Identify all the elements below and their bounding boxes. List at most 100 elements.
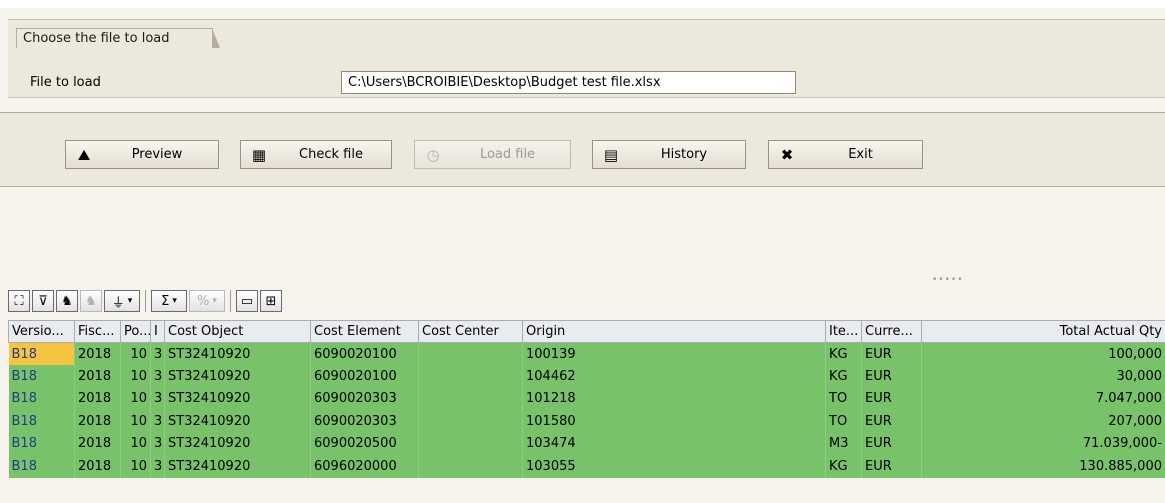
cell-currency[interactable]: EUR — [861, 342, 922, 365]
dropdown-icon: ▾ — [212, 296, 217, 306]
cell-item[interactable]: KG — [825, 365, 862, 388]
cell-cost-element[interactable]: 6090020303 — [310, 410, 419, 433]
cell-cost-object[interactable]: ST32410920 — [164, 387, 311, 410]
cell-cost-element[interactable]: 6090020100 — [310, 342, 419, 365]
sort-button[interactable]: ⊽ — [32, 290, 54, 312]
cell-origin[interactable]: 100139 — [522, 342, 826, 365]
cell-cost-element[interactable]: 6090020303 — [310, 387, 419, 410]
cell-currency[interactable]: EUR — [861, 410, 922, 433]
cell-period[interactable]: 10 — [120, 365, 151, 388]
table-row[interactable]: B18 2018 10 3 ST32410920 6096020000 103055 KG EU… — [8, 455, 1165, 478]
cell-item[interactable]: TO — [825, 387, 862, 410]
file-path-input[interactable] — [341, 71, 796, 94]
splitter-handle[interactable]: ••••• — [932, 275, 964, 285]
subtotal-button[interactable]: % ▾ — [189, 290, 225, 312]
history-button[interactable]: ▤ History — [592, 140, 746, 169]
cell-currency[interactable]: EUR — [861, 387, 922, 410]
col-indicator[interactable]: I — [150, 320, 165, 343]
cell-origin[interactable]: 103474 — [522, 432, 826, 455]
cell-cost-element[interactable]: 6096020000 — [310, 455, 419, 478]
cell-origin[interactable]: 104462 — [522, 365, 826, 388]
cell-currency[interactable]: EUR — [861, 432, 922, 455]
cell-total-actual-qty[interactable]: 207,000 — [921, 410, 1165, 433]
cell-cost-center[interactable] — [418, 455, 523, 478]
cell-item[interactable]: M3 — [825, 432, 862, 455]
cell-origin[interactable]: 101580 — [522, 410, 826, 433]
cell-indicator[interactable]: 3 — [150, 432, 165, 455]
col-origin[interactable]: Origin — [522, 320, 826, 343]
col-total-actual-qty[interactable]: Total Actual Qty — [921, 320, 1165, 343]
cell-total-actual-qty[interactable]: 71.039,000- — [921, 432, 1165, 455]
cell-cost-center[interactable] — [418, 365, 523, 388]
cell-total-actual-qty[interactable]: 100,000 — [921, 342, 1165, 365]
cell-cost-object[interactable]: ST32410920 — [164, 365, 311, 388]
col-cost-object[interactable]: Cost Object — [164, 320, 311, 343]
filter-button[interactable]: ⏚ ▾ — [104, 290, 140, 312]
cell-indicator[interactable]: 3 — [150, 455, 165, 478]
print-button[interactable]: ▭ — [236, 290, 258, 312]
cell-indicator[interactable]: 3 — [150, 342, 165, 365]
check-file-button[interactable]: ▦ Check file — [240, 140, 392, 169]
cell-period[interactable]: 10 — [120, 342, 151, 365]
cell-fiscal-year[interactable]: 2018 — [74, 410, 121, 433]
cell-currency[interactable]: EUR — [861, 365, 922, 388]
cell-fiscal-year[interactable]: 2018 — [74, 387, 121, 410]
cell-cost-object[interactable]: ST32410920 — [164, 432, 311, 455]
cell-fiscal-year[interactable]: 2018 — [74, 365, 121, 388]
cell-indicator[interactable]: 3 — [150, 365, 165, 388]
preview-button[interactable]: ⛰ Preview — [65, 140, 219, 169]
cell-item[interactable]: TO — [825, 410, 862, 433]
table-row[interactable]: B18 2018 10 3 ST32410920 6090020100 104462 KG EU… — [8, 365, 1165, 388]
cell-version[interactable]: B18 — [8, 342, 75, 365]
cell-fiscal-year[interactable]: 2018 — [74, 455, 121, 478]
cell-item[interactable]: KG — [825, 342, 862, 365]
find-next-button[interactable]: ♞ — [80, 290, 102, 312]
cell-origin[interactable]: 103055 — [522, 455, 826, 478]
cell-period[interactable]: 10 — [120, 432, 151, 455]
cell-cost-object[interactable]: ST32410920 — [164, 342, 311, 365]
table-row[interactable]: B18 2018 10 3 ST32410920 6090020303 101218 TO EU… — [8, 387, 1165, 410]
col-version[interactable]: Versio... — [8, 320, 75, 343]
cell-cost-center[interactable] — [418, 432, 523, 455]
cell-version[interactable]: B18 — [8, 365, 75, 388]
layout-button[interactable]: ⊞ — [260, 290, 282, 312]
cell-cost-center[interactable] — [418, 410, 523, 433]
cell-cost-element[interactable]: 6090020100 — [310, 365, 419, 388]
sum-button[interactable]: Σ ▾ — [151, 290, 187, 312]
load-file-button[interactable]: ◷ Load file — [414, 140, 571, 169]
table-row[interactable]: B18 2018 10 3 ST32410920 6090020100 100139 KG EU… — [8, 342, 1165, 365]
cell-origin[interactable]: 101218 — [522, 387, 826, 410]
cell-version[interactable]: B18 — [8, 410, 75, 433]
cell-version[interactable]: B18 — [8, 432, 75, 455]
cell-indicator[interactable]: 3 — [150, 387, 165, 410]
cell-fiscal-year[interactable]: 2018 — [74, 432, 121, 455]
col-period[interactable]: Po... — [120, 320, 151, 343]
cell-indicator[interactable]: 3 — [150, 410, 165, 433]
cell-period[interactable]: 10 — [120, 387, 151, 410]
cell-cost-element[interactable]: 6090020500 — [310, 432, 419, 455]
cell-total-actual-qty[interactable]: 7.047,000 — [921, 387, 1165, 410]
cell-total-actual-qty[interactable]: 30,000 — [921, 365, 1165, 388]
cell-fiscal-year[interactable]: 2018 — [74, 342, 121, 365]
cell-period[interactable]: 10 — [120, 410, 151, 433]
cell-total-actual-qty[interactable]: 130.885,000 — [921, 455, 1165, 478]
cell-version[interactable]: B18 — [8, 387, 75, 410]
cell-period[interactable]: 10 — [120, 455, 151, 478]
cell-currency[interactable]: EUR — [861, 455, 922, 478]
cell-version[interactable]: B18 — [8, 455, 75, 478]
cell-cost-center[interactable] — [418, 342, 523, 365]
col-cost-element[interactable]: Cost Element — [310, 320, 419, 343]
cell-cost-center[interactable] — [418, 387, 523, 410]
col-currency[interactable]: Curre... — [861, 320, 922, 343]
cell-item[interactable]: KG — [825, 455, 862, 478]
details-button[interactable]: ⛶ — [8, 290, 30, 312]
exit-button[interactable]: ✖ Exit — [768, 140, 923, 169]
col-cost-center[interactable]: Cost Center — [418, 320, 523, 343]
col-item[interactable]: Ite... — [825, 320, 862, 343]
find-button[interactable]: ♞ — [56, 290, 78, 312]
cell-cost-object[interactable]: ST32410920 — [164, 410, 311, 433]
col-fiscal-year[interactable]: Fisc... — [74, 320, 121, 343]
cell-cost-object[interactable]: ST32410920 — [164, 455, 311, 478]
table-row[interactable]: B18 2018 10 3 ST32410920 6090020303 101580 TO EU… — [8, 410, 1165, 433]
table-row[interactable]: B18 2018 10 3 ST32410920 6090020500 103474 M3 EU… — [8, 432, 1165, 455]
